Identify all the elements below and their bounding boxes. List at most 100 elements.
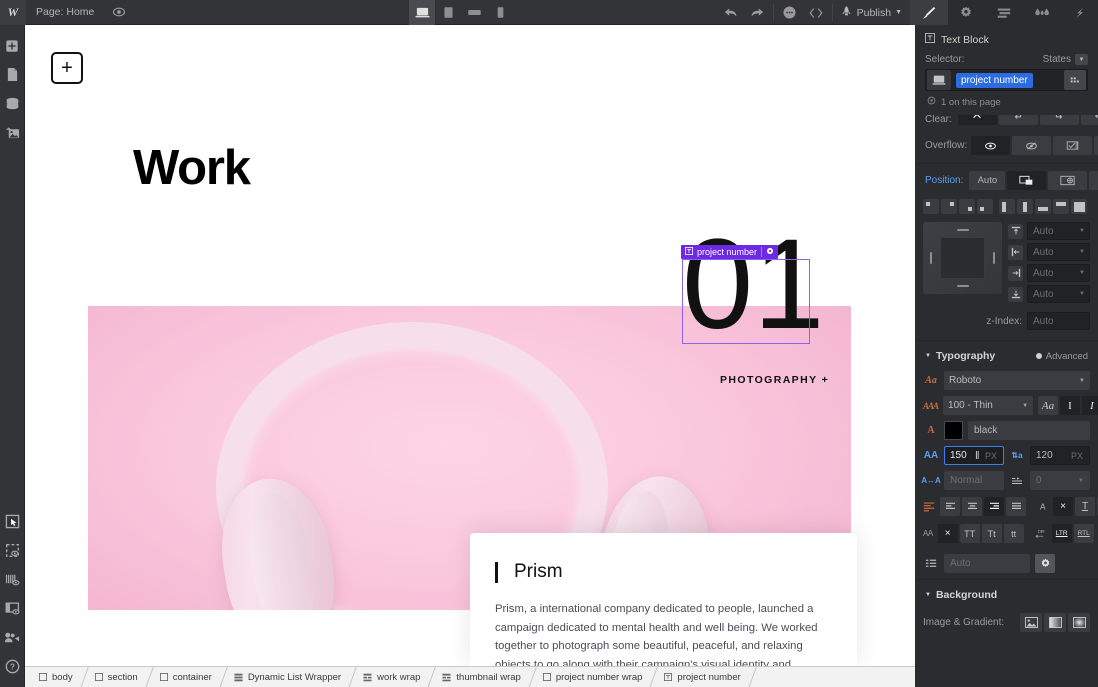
eye-icon[interactable] [106, 0, 132, 25]
transform-lowercase-button[interactable]: tt [1003, 524, 1024, 543]
more-icon[interactable] [777, 0, 803, 25]
plus-icon[interactable] [0, 31, 25, 60]
breadcrumb-item-project-number[interactable]: project number [654, 667, 752, 687]
device-tablet-landscape[interactable] [461, 0, 487, 25]
decoration-underline-button[interactable]: T [1075, 497, 1095, 516]
page-label[interactable]: Page: Home [26, 0, 106, 25]
preset-stretch-center-v[interactable] [1017, 199, 1033, 214]
offset-bottom-input[interactable]: Auto ▼ [1027, 285, 1090, 303]
bg-linear-gradient-button[interactable] [1044, 613, 1066, 632]
text-indent-input[interactable]: 0 ▼ [1030, 471, 1090, 490]
typography-section-header[interactable]: ▼ Typography Advanced [915, 343, 1098, 368]
decoration-none-button[interactable]: × [1053, 497, 1073, 516]
device-tablet[interactable] [435, 0, 461, 25]
font-style-oblique-button[interactable]: I [1082, 396, 1098, 415]
device-desktop[interactable] [409, 0, 435, 25]
offset-left-input[interactable]: Auto ▼ [1027, 243, 1090, 261]
overflow-visible-button[interactable] [971, 136, 1010, 155]
typography-advanced-toggle[interactable]: Advanced [1035, 351, 1088, 362]
font-family-select[interactable]: Roboto ▼ [944, 371, 1090, 390]
overflow-hidden-button[interactable] [1012, 136, 1051, 155]
panel-eye-icon[interactable] [0, 594, 25, 623]
cursor-box-icon[interactable] [0, 507, 25, 536]
position-auto-button[interactable]: Auto [969, 171, 1006, 190]
preset-bottom-left[interactable] [977, 199, 993, 214]
selector-class-chip[interactable]: project number [956, 72, 1033, 88]
transform-capitalize-button[interactable]: Tt [981, 524, 1002, 543]
overflow-auto-button[interactable]: A [1094, 136, 1098, 155]
selector-input-field[interactable]: project number [925, 69, 1088, 91]
project-info-card[interactable]: Prism Prism, a international company ded… [470, 533, 857, 666]
style-panel[interactable]: Text Block Selector: States ▼ project nu… [915, 25, 1098, 687]
video-icon[interactable] [0, 623, 25, 652]
breadcrumb-item-body[interactable]: body [29, 667, 85, 687]
tab-effects-panel[interactable] [1060, 0, 1098, 25]
gear-icon[interactable] [766, 247, 774, 257]
align-right-button[interactable] [984, 497, 1004, 516]
font-style-normal-button[interactable]: Aa [1038, 396, 1059, 415]
align-center-button[interactable] [962, 497, 982, 516]
tab-interactions-panel[interactable] [1023, 0, 1061, 25]
align-justify-button[interactable] [1006, 497, 1026, 516]
offset-right-input[interactable]: Auto ▼ [1027, 264, 1090, 282]
tab-style-manager-panel[interactable] [985, 0, 1023, 25]
clear-both-button[interactable] [1080, 115, 1098, 125]
offset-top-input[interactable]: Auto ▼ [1027, 222, 1090, 240]
bars-eye-icon[interactable] [0, 565, 25, 594]
clear-none-button[interactable] [957, 115, 997, 125]
image-icon[interactable] [0, 118, 25, 147]
question-icon[interactable]: ? [0, 652, 25, 681]
device-mobile[interactable] [487, 0, 513, 25]
position-box-diagram[interactable] [923, 222, 1002, 294]
bg-image-button[interactable] [1020, 613, 1042, 632]
direction-rtl-button[interactable]: RTL [1073, 524, 1094, 543]
breadcrumb-item-work-wrap[interactable]: work wrap [353, 667, 432, 687]
font-size-input[interactable]: 150 ‖ PX [944, 446, 1004, 465]
bg-radial-gradient-button[interactable] [1068, 613, 1090, 632]
dashed-box-eye-icon[interactable] [0, 536, 25, 565]
webflow-logo[interactable]: W [0, 0, 26, 25]
font-color-value[interactable]: black [968, 421, 1090, 440]
color-swatch[interactable] [944, 421, 963, 440]
add-section-button[interactable]: + [51, 52, 83, 84]
preset-stretch-bottom[interactable] [1035, 199, 1051, 214]
project-number-wrap[interactable]: 01 [682, 221, 824, 349]
clear-left-button[interactable] [998, 115, 1038, 125]
transform-uppercase-button[interactable]: TT [959, 524, 980, 543]
preset-stretch-left[interactable] [999, 199, 1015, 214]
preset-fill[interactable] [1071, 199, 1087, 214]
zindex-input[interactable]: Auto [1027, 312, 1090, 330]
background-section-header[interactable]: ▼ Background [915, 582, 1098, 607]
breadcrumb-item-project-number-wrap[interactable]: project number wrap [533, 667, 655, 687]
breadcrumb-item-section[interactable]: section [85, 667, 150, 687]
line-height-input[interactable]: 120 PX [1030, 446, 1090, 465]
card-body-text[interactable]: Prism, a international company dedicated… [495, 600, 825, 666]
direction-ltr-button[interactable]: LTR [1051, 524, 1072, 543]
page-icon[interactable] [0, 60, 25, 89]
preset-top-right[interactable] [941, 199, 957, 214]
tab-style-panel[interactable] [910, 0, 948, 25]
breadcrumb-item-container[interactable]: container [150, 667, 224, 687]
tab-settings-panel[interactable] [948, 0, 986, 25]
breadcrumb-item-dynamic-list-wrapper[interactable]: Dynamic List Wrapper [224, 667, 353, 687]
code-icon[interactable] [803, 0, 829, 25]
design-canvas[interactable]: + Work 01 project number PHOTOGRAPHY + P… [25, 25, 915, 666]
publish-button[interactable]: Publish ▼ [836, 0, 910, 25]
position-relative-button[interactable] [1007, 171, 1047, 190]
letter-spacing-input[interactable]: Normal [944, 471, 1004, 490]
clear-right-button[interactable] [1039, 115, 1079, 125]
database-icon[interactable] [0, 89, 25, 118]
font-weight-select[interactable]: 100 - Thin ▼ [943, 396, 1034, 415]
breadcrumb-item-thumbnail-wrap[interactable]: thumbnail wrap [432, 667, 532, 687]
columns-input[interactable]: Auto [944, 554, 1030, 573]
selection-badge[interactable]: project number [681, 245, 779, 259]
columns-settings-gear-icon[interactable] [1035, 554, 1055, 573]
font-style-italic-button[interactable]: I [1060, 396, 1081, 415]
align-left-button[interactable] [940, 497, 960, 516]
preset-bottom-right[interactable] [959, 199, 975, 214]
redo-icon[interactable] [744, 0, 770, 25]
preset-top-left[interactable] [923, 199, 939, 214]
overflow-scroll-button[interactable] [1053, 136, 1092, 155]
undo-icon[interactable] [718, 0, 744, 25]
page-heading[interactable]: Work [133, 140, 251, 196]
